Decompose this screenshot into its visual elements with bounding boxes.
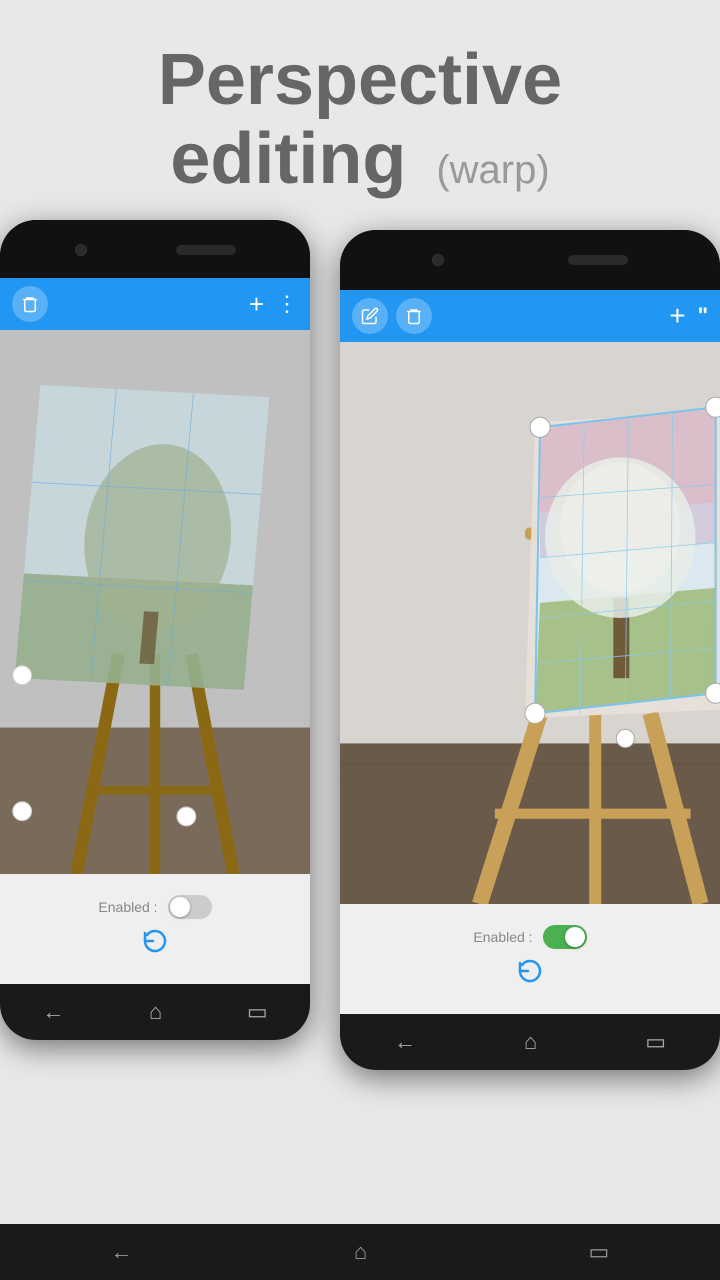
left-more-button[interactable]: ⋮ <box>276 291 298 317</box>
left-trash-button[interactable] <box>12 286 48 322</box>
right-toolbar-right: + " <box>669 300 708 332</box>
right-quote-button[interactable]: " <box>698 303 708 329</box>
right-enabled-row: Enabled : <box>473 925 586 949</box>
right-edit-button[interactable] <box>352 298 388 334</box>
left-enabled-label: Enabled : <box>98 899 157 915</box>
right-enabled-label: Enabled : <box>473 929 532 945</box>
phone-left-hardware <box>0 220 310 280</box>
right-trash-button[interactable] <box>396 298 432 334</box>
right-reset-button[interactable] <box>514 955 546 994</box>
left-plus-button[interactable]: + <box>249 289 264 320</box>
left-toolbar-right: + ⋮ <box>249 289 298 320</box>
left-canvas <box>0 330 310 874</box>
right-recent-button[interactable]: ▭ <box>645 1029 666 1055</box>
right-back-button[interactable]: ← <box>394 1029 416 1055</box>
left-home-button[interactable]: ⌂ <box>149 999 162 1025</box>
right-bottom-controls: Enabled : <box>340 904 720 1014</box>
left-nav-bar: ← ⌂ ▭ <box>0 984 310 1040</box>
left-toolbar: + ⋮ <box>0 278 310 330</box>
left-toggle[interactable] <box>168 895 212 919</box>
left-back-button[interactable]: ← <box>42 999 64 1025</box>
left-reset-button[interactable] <box>139 925 171 964</box>
right-plus-button[interactable]: + <box>669 300 685 332</box>
speaker-left <box>176 245 236 255</box>
left-enabled-row: Enabled : <box>98 895 211 919</box>
page-title: Perspective editing (warp) <box>158 41 562 199</box>
title-line1: Perspective <box>158 40 562 120</box>
phone-right-hardware <box>340 230 720 290</box>
global-nav-bar: ← ⌂ ▭ <box>0 1224 720 1280</box>
header-section: Perspective editing (warp) <box>0 0 720 220</box>
right-canvas <box>340 342 720 904</box>
phone-left-screen: + ⋮ <box>0 278 310 1040</box>
right-toolbar: + " <box>340 290 720 342</box>
phone-right-screen: + " <box>340 290 720 1070</box>
title-warp: (warp) <box>436 148 549 192</box>
right-image <box>340 342 720 904</box>
right-nav-bar: ← ⌂ ▭ <box>340 1014 720 1070</box>
camera-left <box>75 244 87 256</box>
right-home-button[interactable]: ⌂ <box>524 1029 537 1055</box>
left-image <box>0 330 310 874</box>
global-back-button[interactable]: ← <box>111 1239 133 1265</box>
global-recent-button[interactable]: ▭ <box>589 1239 610 1265</box>
left-recent-button[interactable]: ▭ <box>247 999 268 1025</box>
phone-right: + " <box>340 230 720 1070</box>
left-bottom-controls: Enabled : <box>0 874 310 984</box>
title-line2: editing <box>170 119 406 199</box>
camera-right <box>432 254 444 266</box>
global-home-button[interactable]: ⌂ <box>354 1239 367 1265</box>
right-toggle[interactable] <box>543 925 587 949</box>
phones-area: + ⋮ <box>0 220 720 1080</box>
phone-left: + ⋮ <box>0 220 310 1040</box>
speaker-right <box>568 255 628 265</box>
